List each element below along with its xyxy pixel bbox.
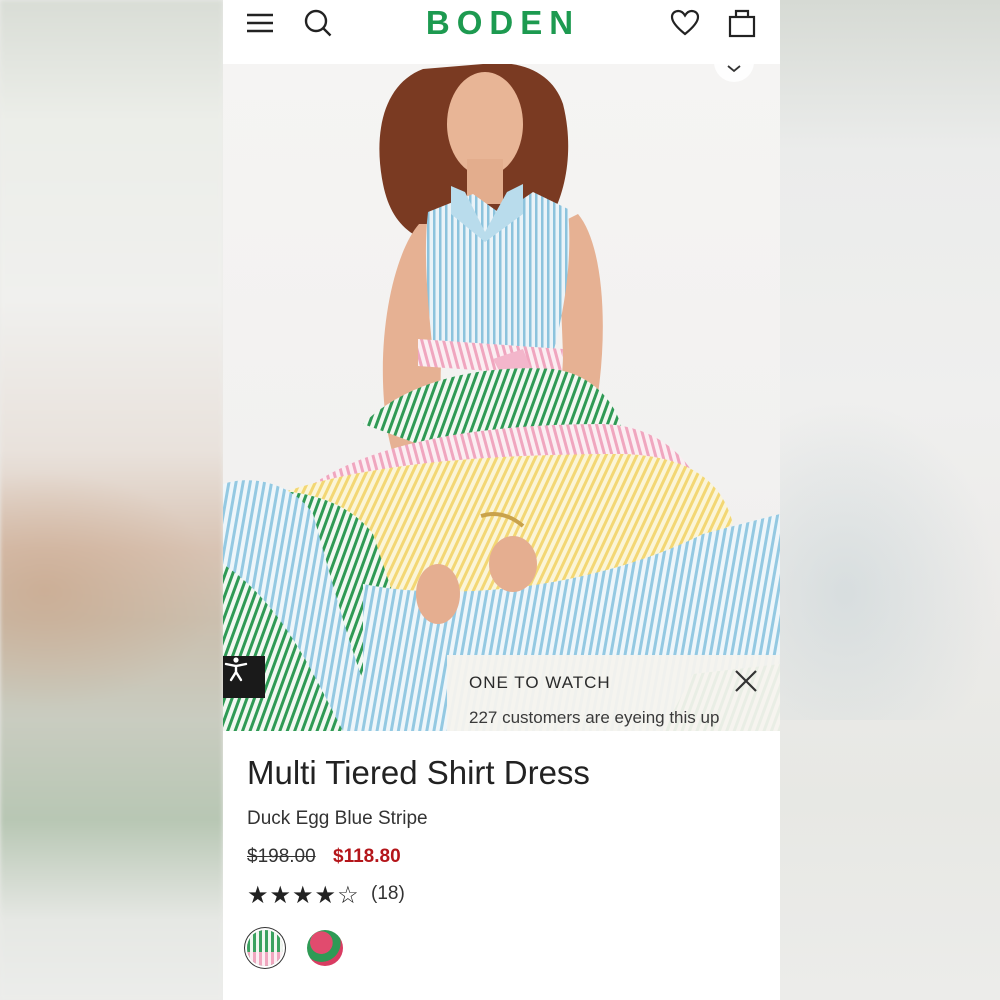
banner-message: 227 customers are eyeing this up <box>469 708 720 727</box>
banner-title: ONE TO WATCH <box>469 673 611 692</box>
site-header: BODEN <box>223 0 780 64</box>
blurred-backdrop-right <box>779 0 1000 1000</box>
blurred-backdrop-left <box>0 0 223 1000</box>
rating-stars[interactable]: ★★★★☆ <box>247 881 360 910</box>
product-image-carousel[interactable]: ONE TO WATCH 227 customers are eyeing th… <box>223 64 780 731</box>
swatch-green-pink[interactable] <box>307 930 343 966</box>
close-icon[interactable] <box>732 667 760 695</box>
one-to-watch-banner: ONE TO WATCH 227 customers are eyeing th… <box>447 655 780 731</box>
mobile-product-page: BODEN ONE TO WATCH 227 customers are eye… <box>223 0 780 1000</box>
accessibility-button[interactable] <box>223 656 265 698</box>
heart-icon[interactable] <box>670 8 700 38</box>
original-price: $198.00 <box>247 846 316 867</box>
sale-price: $118.80 <box>333 846 401 867</box>
product-color-name: Duck Egg Blue Stripe <box>247 808 428 829</box>
bag-icon[interactable] <box>727 8 757 38</box>
swatch-multi-stripe[interactable] <box>247 930 283 966</box>
menu-icon[interactable] <box>245 8 275 38</box>
brand-logo[interactable]: BODEN <box>413 4 593 42</box>
search-icon[interactable] <box>303 8 333 38</box>
product-photo <box>223 64 780 731</box>
accessibility-icon <box>224 657 248 682</box>
product-title: Multi Tiered Shirt Dress <box>247 754 590 791</box>
review-count[interactable]: (18) <box>371 883 405 905</box>
